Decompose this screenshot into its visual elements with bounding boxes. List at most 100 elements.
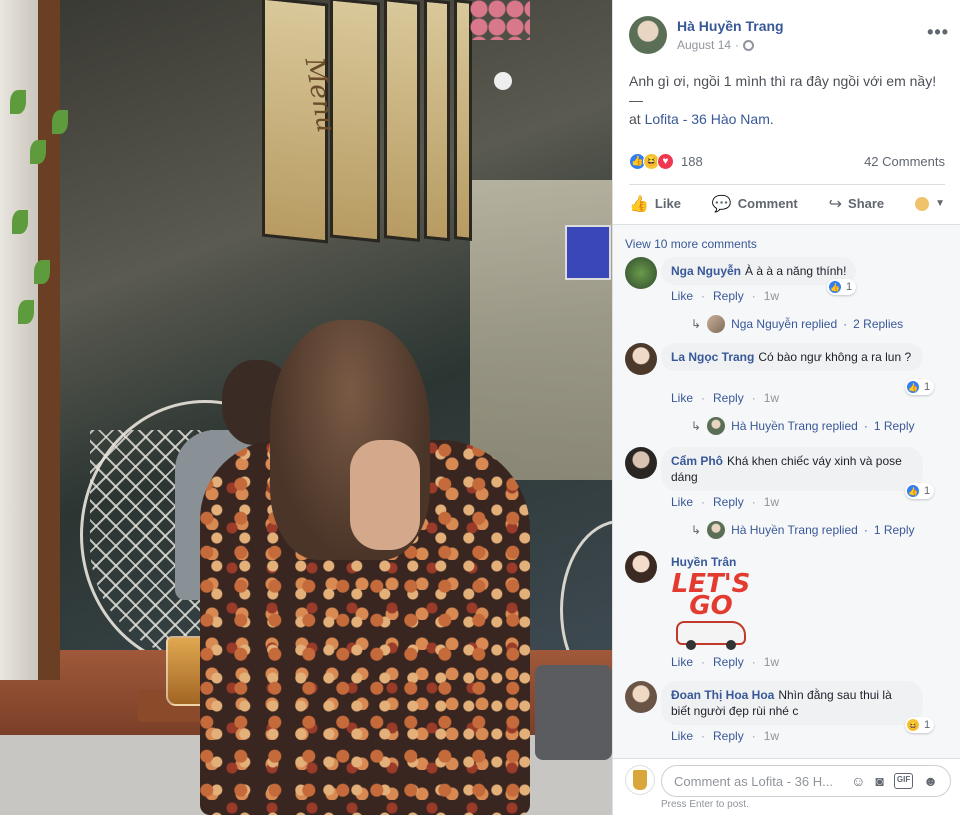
comment-count[interactable]: 42 Comments <box>864 154 945 169</box>
post-photo[interactable]: Menu <box>0 0 612 815</box>
commenter-avatar[interactable] <box>625 681 657 713</box>
comment-item: Cẩm Phô Khá khen chiếc váy xinh và pose d… <box>625 447 955 543</box>
comment-like-link[interactable]: Like <box>671 495 693 509</box>
identity-picker[interactable]: ▼ <box>915 196 945 211</box>
woman-back <box>350 440 420 550</box>
replies-link[interactable]: ↳ Hà Huyền Trang replied · 1 Reply <box>691 417 915 435</box>
comment-reply-link[interactable]: Reply <box>713 729 744 743</box>
author-name[interactable]: Hà Huyền Trang <box>677 18 784 34</box>
location-prefix: at <box>629 111 641 127</box>
commenter-name[interactable]: La Ngọc Trang <box>671 350 754 364</box>
share-label: Share <box>848 196 885 211</box>
commenter-name[interactable]: Đoan Thị Hoa Hoa <box>671 688 774 702</box>
leaf <box>34 260 50 284</box>
leaf <box>52 110 68 134</box>
replied-by: Hà Huyền Trang replied <box>731 523 858 537</box>
meta-separator: · <box>751 655 756 669</box>
author-avatar[interactable] <box>629 16 667 54</box>
meta-separator: · <box>701 655 706 669</box>
reaction-count[interactable]: 188 <box>681 154 703 169</box>
comment-item: Đoan Thị Hoa Hoa Nhìn đằng sau thui là bi… <box>625 681 955 753</box>
comment-reply-link[interactable]: Reply <box>713 289 744 303</box>
comment-bubble: La Ngọc Trang Có bào ngư không a ra lun ? <box>661 343 923 371</box>
gif-icon[interactable]: GIF <box>893 773 914 789</box>
commenter-avatar[interactable] <box>625 551 657 583</box>
comment-reaction-badge[interactable]: 👍 1 <box>905 483 935 499</box>
comment-time[interactable]: 1w <box>764 289 779 303</box>
commenter-name[interactable]: Nga Nguyễn <box>671 264 741 278</box>
post-date[interactable]: August 14 <box>677 38 731 52</box>
comment-reaction-badge[interactable]: 😆 1 <box>905 717 935 733</box>
menu-board <box>384 0 420 242</box>
replier-avatar <box>707 315 726 333</box>
leaf <box>18 300 34 324</box>
view-more-comments-link[interactable]: View 10 more comments <box>625 237 757 251</box>
like-button[interactable]: 👍 Like <box>629 194 681 214</box>
post-meta: August 14 · <box>677 38 755 52</box>
comment-reaction-count: 1 <box>846 281 853 293</box>
comment-like-link[interactable]: Like <box>671 655 693 669</box>
reply-count: 1 Reply <box>873 523 915 537</box>
emoji-icon[interactable]: ☺ <box>851 773 865 789</box>
comment-reply-link[interactable]: Reply <box>713 655 744 669</box>
like-reaction-icon: 👍 <box>828 280 842 294</box>
comment-placeholder: Comment as Lofita - 36 H... <box>674 773 833 789</box>
share-button[interactable]: ↪ Share <box>829 194 885 214</box>
comment-time[interactable]: 1w <box>764 495 779 509</box>
lets-go-sticker[interactable]: LET'S GO <box>671 571 751 653</box>
comment-time[interactable]: 1w <box>764 391 779 405</box>
comment-text: Có bào ngư không a ra lun ? <box>758 350 912 364</box>
meta-separator: · <box>701 495 706 509</box>
flowers <box>470 0 530 40</box>
replied-by: Nga Nguyễn replied <box>731 317 838 331</box>
handbag <box>535 665 612 760</box>
commenter-avatar[interactable] <box>625 343 657 375</box>
comment-reply-link[interactable]: Reply <box>713 495 744 509</box>
replies-link[interactable]: ↳ Nga Nguyễn replied · 2 Replies <box>691 315 903 333</box>
page-avatar[interactable] <box>625 765 655 795</box>
comment-button[interactable]: 💬 Comment <box>712 194 798 214</box>
leaf <box>30 140 46 164</box>
post-actions: 👍 Like 💬 Comment ↪ Share ▼ <box>629 184 945 222</box>
comment-time[interactable]: 1w <box>764 729 779 743</box>
replies-link[interactable]: ↳ Hà Huyền Trang replied · 1 Reply <box>691 521 915 539</box>
comment-like-link[interactable]: Like <box>671 289 693 303</box>
sticker-car <box>676 621 746 650</box>
commenter-name[interactable]: Huyền Trân <box>671 555 736 569</box>
meta-separator: · <box>751 391 756 405</box>
comment-input[interactable]: Comment as Lofita - 36 H... ☺ ◙ GIF ☻ <box>661 765 951 797</box>
replier-avatar <box>707 417 726 435</box>
comment-like-link[interactable]: Like <box>671 729 693 743</box>
post-side-panel: Hà Huyền Trang August 14 · ••• Anh gì ơi… <box>612 0 960 815</box>
haha-reaction-icon: 😆 <box>906 718 920 732</box>
reply-count: 1 Reply <box>873 419 915 433</box>
comment-reaction-count: 1 <box>924 485 931 497</box>
meta-separator: · <box>735 38 740 52</box>
more-dots-icon[interactable]: ••• <box>927 22 949 43</box>
comment-reaction-badge[interactable]: 👍 1 <box>827 279 857 295</box>
comment-like-link[interactable]: Like <box>671 391 693 405</box>
window-frame <box>38 0 60 680</box>
like-label: Like <box>654 196 681 211</box>
commenter-avatar[interactable] <box>625 257 657 289</box>
sticker-icon[interactable]: ☻ <box>923 773 938 789</box>
page-mini-avatar <box>915 196 930 211</box>
meta-separator: · <box>701 391 706 405</box>
comment-reaction-badge[interactable]: 👍 1 <box>905 379 935 395</box>
location-link[interactable]: Lofita - 36 Hào Nam <box>645 111 770 127</box>
comment-bubble: Nga Nguyễn À à à a năng thính! <box>661 257 857 285</box>
commenter-name[interactable]: Cẩm Phô <box>671 454 723 468</box>
composer-icons: ☺ ◙ GIF ☻ <box>851 773 938 789</box>
commenter-avatar[interactable] <box>625 447 657 479</box>
location-suffix: . <box>769 111 774 127</box>
share-arrow-icon: ↪ <box>828 195 843 213</box>
camera-icon[interactable]: ◙ <box>875 773 883 789</box>
leaf <box>12 210 28 234</box>
comment-reply-link[interactable]: Reply <box>713 391 744 405</box>
comment-bubble: Cẩm Phô Khá khen chiếc váy xinh và pose d… <box>661 447 923 491</box>
comment-item: Nga Nguyễn À à à a năng thính! 👍 1 Like ·… <box>625 257 955 337</box>
comment-actions: Like · Reply · 1w <box>671 495 779 509</box>
meta-separator: · <box>863 523 868 537</box>
love-reaction-icon[interactable]: ♥ <box>657 152 674 170</box>
comment-time[interactable]: 1w <box>764 655 779 669</box>
